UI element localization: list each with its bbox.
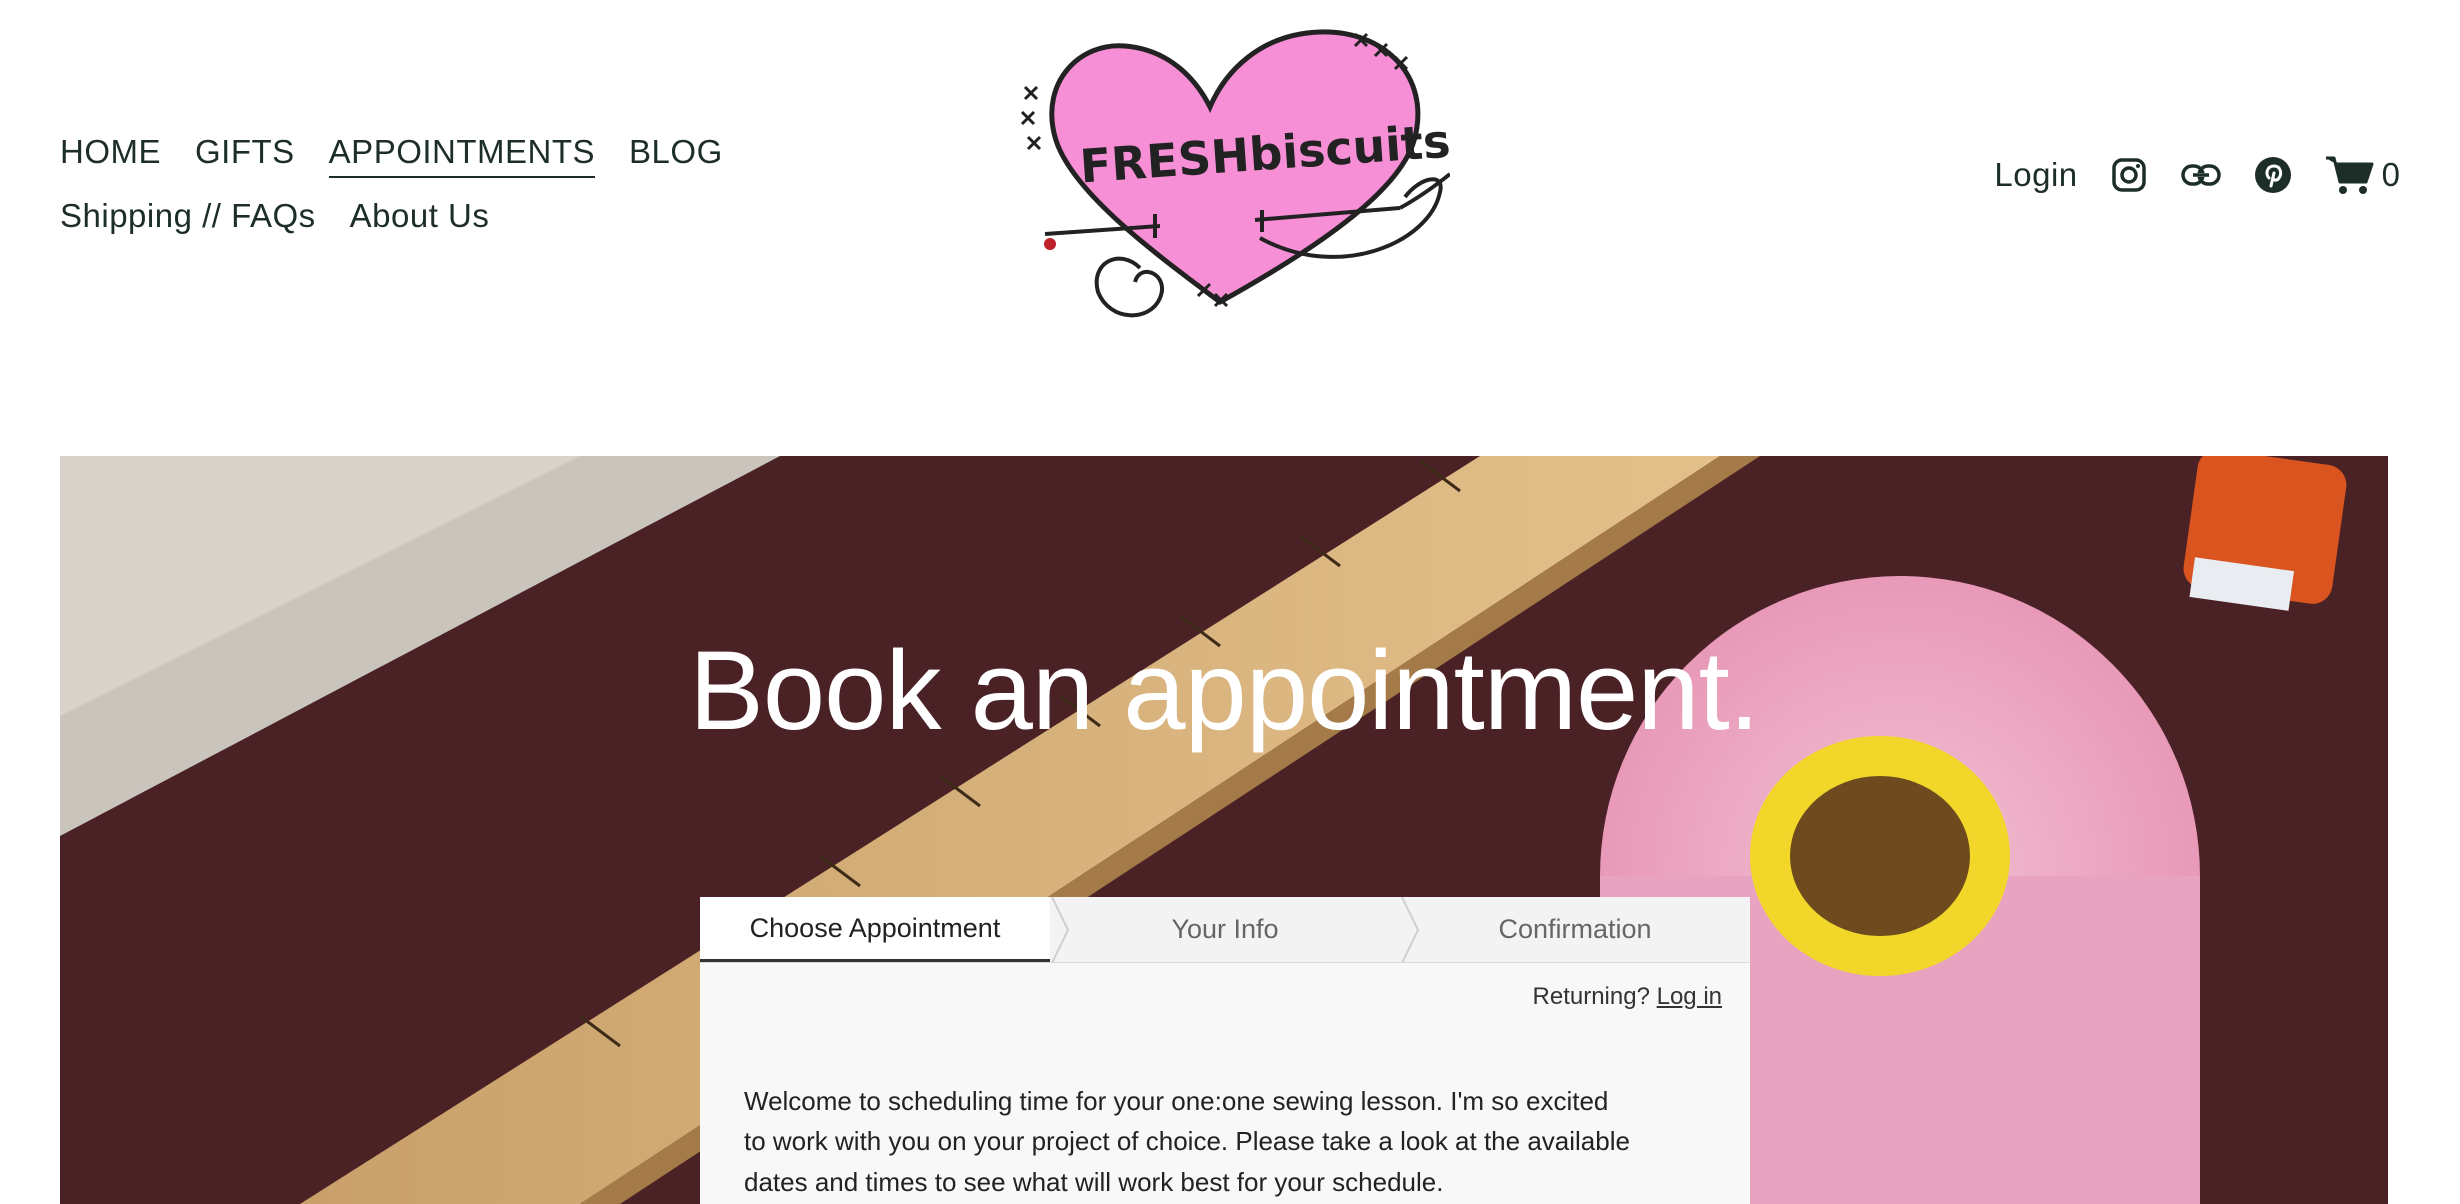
cart-count: 0 xyxy=(2381,156,2400,193)
step-confirmation[interactable]: Confirmation xyxy=(1400,897,1750,962)
step-your-info[interactable]: Your Info xyxy=(1050,897,1400,962)
site-header: HOME GIFTS APPOINTMENTS BLOG Shipping //… xyxy=(0,0,2460,420)
scheduler-steps: Choose Appointment Your Info Confirmatio… xyxy=(700,897,1750,963)
page-title: Book an appointment. xyxy=(689,628,1760,753)
cart-icon xyxy=(2325,156,2374,194)
login-link[interactable]: Login xyxy=(1994,156,2077,194)
nav-gifts[interactable]: GIFTS xyxy=(195,132,295,178)
nav-row-2: Shipping // FAQs About Us xyxy=(60,196,760,240)
returning-label: Returning? xyxy=(1532,983,1650,1010)
instagram-icon[interactable] xyxy=(2108,154,2150,196)
main-nav: HOME GIFTS APPOINTMENTS BLOG Shipping //… xyxy=(60,132,760,257)
nav-blog[interactable]: BLOG xyxy=(629,132,723,178)
nav-shipping-faqs[interactable]: Shipping // FAQs xyxy=(60,196,316,240)
header-actions: Login 0 xyxy=(1994,154,2400,196)
cart-button[interactable]: 0 xyxy=(2324,154,2400,196)
step-choose-appointment[interactable]: Choose Appointment xyxy=(700,897,1050,962)
welcome-text: Welcome to scheduling time for your one:… xyxy=(744,1086,1630,1197)
site-logo[interactable]: FRESHbiscuits xyxy=(1010,12,1452,342)
nav-about-us[interactable]: About Us xyxy=(350,196,490,240)
log-in-link[interactable]: Log in xyxy=(1657,983,1722,1010)
hero-section: Book an appointment. Choose Appointment … xyxy=(60,456,2388,1204)
heart-logo-image: FRESHbiscuits xyxy=(1020,29,1452,318)
appointment-scheduler: Choose Appointment Your Info Confirmatio… xyxy=(700,897,1750,1204)
step-divider-arrow-1 xyxy=(1051,897,1070,963)
step-divider-arrow-2 xyxy=(1401,897,1420,963)
nav-appointments[interactable]: APPOINTMENTS xyxy=(328,132,596,178)
returning-login: Returning? Log in xyxy=(700,963,1750,1011)
pinterest-icon[interactable] xyxy=(2252,154,2294,196)
link-icon[interactable] xyxy=(2180,154,2222,196)
nav-home[interactable]: HOME xyxy=(60,132,161,178)
nav-row-1: HOME GIFTS APPOINTMENTS BLOG xyxy=(60,132,760,178)
